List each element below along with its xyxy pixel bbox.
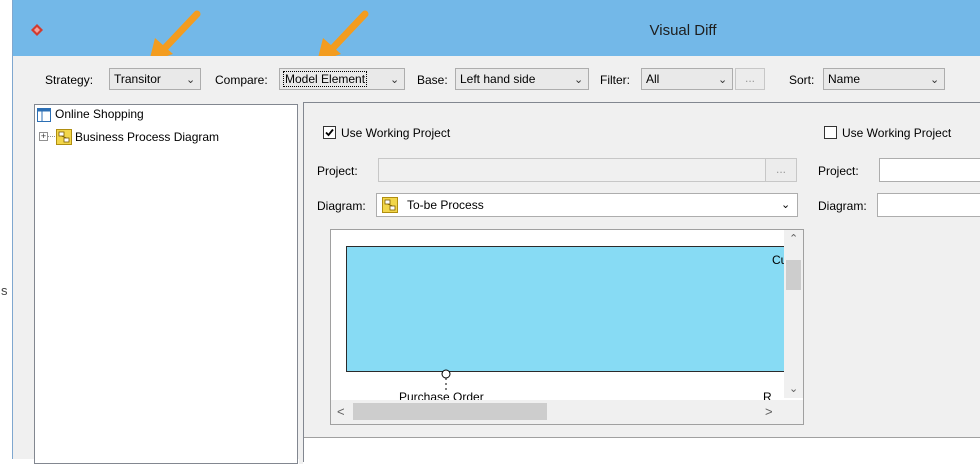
sort-select[interactable]: Name ⌄ [823,68,945,90]
vertical-scroll-thumb[interactable] [786,260,801,290]
base-label: Base: [417,73,448,87]
chevron-down-icon: ⌄ [930,74,940,86]
vertical-scrollbar[interactable]: ⌃ ⌄ [784,230,803,398]
strategy-value: Transitor [114,72,161,86]
business-process-diagram-icon [382,197,398,213]
diagram-value: To-be Process [407,198,484,212]
business-process-diagram-icon [56,129,72,145]
diagram-window-icon [37,108,51,122]
project-label: Project: [317,164,358,178]
model-tree-panel[interactable]: Online Shopping + Business Process Diagr… [34,104,298,464]
checkmark-icon [325,128,334,137]
tree-item-business-process-diagram[interactable]: + Business Process Diagram [39,129,279,145]
strategy-select[interactable]: Transitor ⌄ [109,68,201,90]
scroll-left-icon[interactable]: < [337,404,345,419]
toolbar: Strategy: Transitor ⌄ Compare: Model Ele… [13,56,980,102]
customer-pool[interactable]: Cu [346,246,796,372]
chevron-down-icon: ⌄ [390,74,400,86]
sort-value: Name [828,72,861,86]
tree-item-label: Business Process Diagram [75,130,220,144]
base-select[interactable]: Left hand side ⌄ [455,68,589,90]
background-strip [0,0,12,459]
background-text: s [1,283,8,298]
right-use-working-project-label: Use Working Project [842,126,952,140]
diagram-canvas[interactable]: Cu Purchase Order R ⌃ ⌄ < > [330,229,804,425]
filter-label: Filter: [600,73,630,87]
horizontal-scrollbar[interactable]: < > [331,400,803,424]
filter-value: All [646,72,660,86]
chevron-down-icon: ⌄ [186,74,196,86]
base-value: Left hand side [460,72,536,86]
compare-value: Model Element [283,71,368,87]
right-project-label: Project: [818,164,859,178]
scroll-up-icon[interactable]: ⌃ [789,232,798,245]
right-diagram-label: Diagram: [818,199,867,213]
horizontal-scroll-thumb[interactable] [353,403,547,420]
diff-compare-panel: Use Working Project Project: ... Diagram… [303,102,980,464]
chevron-down-icon: ⌄ [781,199,791,211]
compare-select[interactable]: Model Element ⌄ [279,68,405,90]
scroll-down-icon[interactable]: ⌄ [789,382,798,395]
use-working-project-checkbox[interactable] [323,126,336,139]
chevron-down-icon: ⌄ [718,74,728,86]
right-diagram-select[interactable] [877,193,980,217]
diagram-select[interactable]: To-be Process ⌄ [376,193,798,217]
scroll-right-icon[interactable]: > [765,404,773,419]
tree-item-label: Online Shopping [55,107,144,121]
right-use-working-project-checkbox[interactable] [824,126,837,139]
sort-label: Sort: [789,73,815,87]
strategy-label: Strategy: [45,73,94,87]
right-project-field[interactable] [879,158,980,182]
expand-icon[interactable]: + [39,132,48,141]
filter-select[interactable]: All ⌄ [641,68,733,90]
project-field [378,158,766,182]
diagram-label: Diagram: [317,199,366,213]
visual-diff-window: Visual Diff Strategy: Transitor ⌄ Compar… [12,0,980,464]
compare-label: Compare: [215,73,268,87]
chevron-down-icon: ⌄ [574,74,584,86]
project-browse-button[interactable]: ... [765,158,797,182]
filter-more-button[interactable]: ... [735,68,765,90]
use-working-project-label: Use Working Project [341,126,451,140]
details-area [304,437,980,464]
